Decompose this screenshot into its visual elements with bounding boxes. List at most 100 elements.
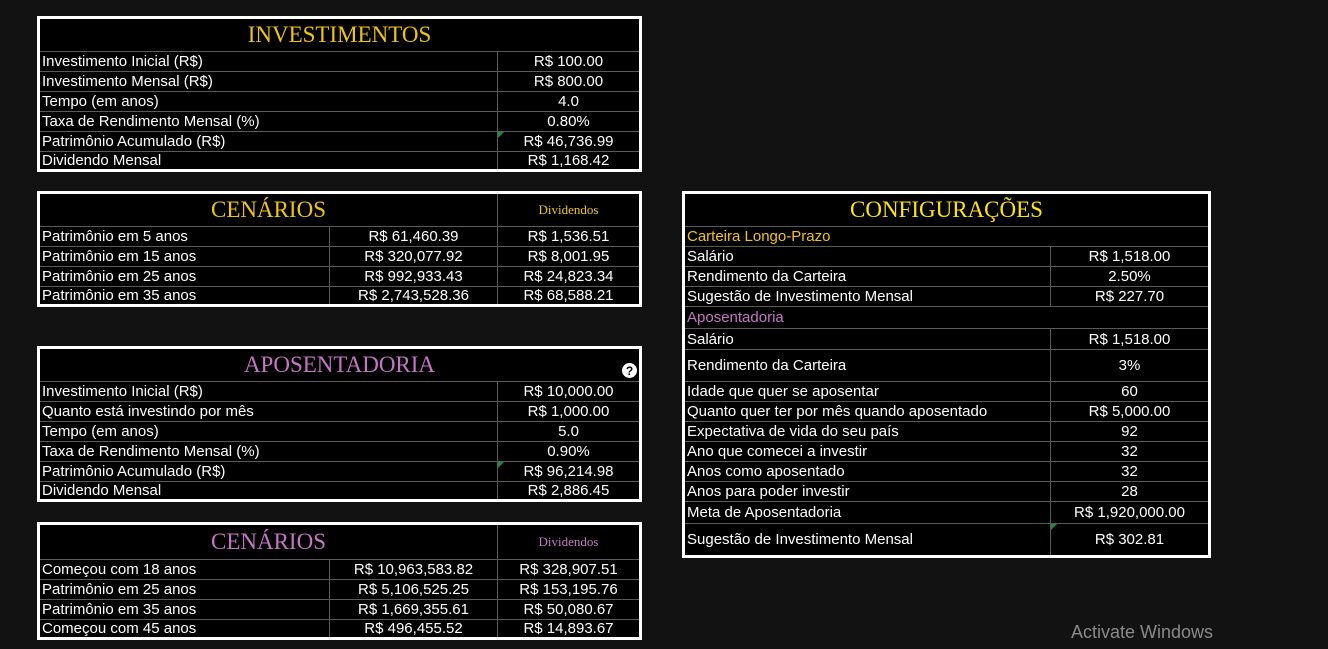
config-value-ano-inicio[interactable]: 32 xyxy=(1050,442,1208,461)
formula-marker-icon xyxy=(498,132,504,138)
cenarios-aposentadoria-value[interactable]: R$ 1,669,355.61 xyxy=(329,600,497,619)
carteira-heading: Carteira Longo-Prazo xyxy=(685,227,1208,247)
help-icon[interactable]: ? xyxy=(622,363,637,378)
cenarios-dividend[interactable]: R$ 1,536.51 xyxy=(497,227,639,246)
config-value-anos-investir[interactable]: 28 xyxy=(1050,482,1208,501)
investimentos-value-mensal[interactable]: R$ 800.00 xyxy=(497,72,639,91)
carteira-value-sugestao[interactable]: R$ 227.70 xyxy=(1050,287,1208,306)
investimentos-label-dividendo: Dividendo Mensal xyxy=(42,152,162,169)
table-row: Investimento Mensal (R$) R$ 800.00 xyxy=(40,72,639,92)
cenarios-dividends-header: Dividendos xyxy=(497,194,639,227)
aposentadoria-label-tempo: Tempo (em anos) xyxy=(42,423,159,440)
aposentadoria-panel: APOSENTADORIA ? Investimento Inicial (R$… xyxy=(37,346,642,502)
cenarios-title: CENÁRIOS xyxy=(40,194,497,227)
investimentos-label-taxa: Taxa de Rendimento Mensal (%) xyxy=(42,113,260,130)
investimentos-value-inicial[interactable]: R$ 100.00 xyxy=(497,52,639,71)
config-value-rendimento[interactable]: 3% xyxy=(1050,350,1208,381)
table-row: Sugestão de Investimento Mensal R$ 302.8… xyxy=(685,524,1208,555)
config-label-ano-inicio: Ano que comecei a investir xyxy=(687,443,868,460)
cenarios-panel: CENÁRIOS Dividendos Patrimônio em 5 anos… xyxy=(37,191,642,307)
aposentadoria-title: APOSENTADORIA xyxy=(40,349,639,382)
cenarios-dividend[interactable]: R$ 8,001.95 xyxy=(497,247,639,266)
cenarios-aposentadoria-dividend[interactable]: R$ 14,893.67 xyxy=(497,620,639,637)
cenarios-aposentadoria-dividend[interactable]: R$ 328,907.51 xyxy=(497,560,639,579)
table-row: Começou com 18 anos R$ 10,963,583.82 R$ … xyxy=(40,560,639,580)
cenarios-label: Patrimônio em 25 anos xyxy=(42,268,197,285)
table-row: Rendimento da Carteira 2.50% xyxy=(685,267,1208,287)
cenarios-aposentadoria-value[interactable]: R$ 10,963,583.82 xyxy=(329,560,497,579)
config-value-idade[interactable]: 60 xyxy=(1050,382,1208,401)
table-row: Começou com 45 anos R$ 496,455.52 R$ 14,… xyxy=(40,620,639,637)
cenarios-dividend[interactable]: R$ 24,823.34 xyxy=(497,267,639,286)
cenarios-dividend[interactable]: R$ 68,588.21 xyxy=(497,287,639,304)
config-value-quanto[interactable]: R$ 5,000.00 xyxy=(1050,402,1208,421)
cenarios-label: Patrimônio em 15 anos xyxy=(42,248,197,265)
table-row: Taxa de Rendimento Mensal (%) 0.80% xyxy=(40,112,639,132)
cenarios-aposentadoria-label: Patrimônio em 25 anos xyxy=(42,581,197,598)
table-row: Meta de Aposentadoria R$ 1,920,000.00 xyxy=(685,502,1208,524)
config-value-salario[interactable]: R$ 1,518.00 xyxy=(1050,329,1208,349)
cenarios-aposentadoria-dividend[interactable]: R$ 50,080.67 xyxy=(497,600,639,619)
table-row: Expectativa de vida do seu país 92 xyxy=(685,422,1208,442)
config-value-anos-aposentado[interactable]: 32 xyxy=(1050,462,1208,481)
carteira-value-rendimento[interactable]: 2.50% xyxy=(1050,267,1208,286)
table-row: Quanto quer ter por mês quando aposentad… xyxy=(685,402,1208,422)
aposentadoria-value-dividendo[interactable]: R$ 2,886.45 xyxy=(497,482,639,499)
cenarios-value[interactable]: R$ 992,933.43 xyxy=(329,267,497,286)
investimentos-patrimonio-text: R$ 46,736.99 xyxy=(523,133,614,150)
cenarios-value[interactable]: R$ 320,077.92 xyxy=(329,247,497,266)
table-row: Investimento Inicial (R$) R$ 100.00 xyxy=(40,52,639,72)
investimentos-label-patrimonio: Patrimônio Acumulado (R$) xyxy=(42,133,226,150)
table-row: Patrimônio em 25 anos R$ 5,106,525.25 R$… xyxy=(40,580,639,600)
cenarios-label: Patrimônio em 35 anos xyxy=(42,287,197,304)
investimentos-label-mensal: Investimento Mensal (R$) xyxy=(42,73,213,90)
configuracoes-panel: CONFIGURAÇÕES Carteira Longo-Prazo Salár… xyxy=(682,191,1211,558)
config-label-idade: Idade que quer se aposentar xyxy=(687,383,879,400)
config-label-anos-aposentado: Anos como aposentado xyxy=(687,463,845,480)
cenarios-aposentadoria-value[interactable]: R$ 496,455.52 xyxy=(329,620,497,637)
investimentos-panel: INVESTIMENTOS Investimento Inicial (R$) … xyxy=(37,16,642,172)
aposentadoria-value-patrimonio[interactable]: R$ 96,214.98 xyxy=(497,462,639,481)
config-value-expectativa[interactable]: 92 xyxy=(1050,422,1208,441)
cenarios-aposentadoria-value[interactable]: R$ 5,106,525.25 xyxy=(329,580,497,599)
table-row: Dividendo Mensal R$ 2,886.45 xyxy=(40,482,639,499)
config-label-anos-investir: Anos para poder investir xyxy=(687,483,850,500)
cenarios-aposentadoria-panel: CENÁRIOS Dividendos Começou com 18 anos … xyxy=(37,522,642,640)
aposentadoria-patrimonio-text: R$ 96,214.98 xyxy=(523,463,614,480)
formula-marker-icon xyxy=(498,462,504,468)
table-row: Patrimônio em 35 anos R$ 1,669,355.61 R$… xyxy=(40,600,639,620)
aposentadoria-value-taxa[interactable]: 0.90% xyxy=(497,442,639,461)
investimentos-value-tempo[interactable]: 4.0 xyxy=(497,92,639,111)
investimentos-title: INVESTIMENTOS xyxy=(40,19,639,52)
config-label-expectativa: Expectativa de vida do seu país xyxy=(687,423,899,440)
table-row: Idade que quer se aposentar 60 xyxy=(685,382,1208,402)
config-sugestao-text: R$ 302.81 xyxy=(1094,531,1165,548)
table-row: Dividendo Mensal R$ 1,168.42 xyxy=(40,152,639,169)
table-row: Tempo (em anos) 4.0 xyxy=(40,92,639,112)
carteira-value-salario[interactable]: R$ 1,518.00 xyxy=(1050,247,1208,266)
investimentos-value-dividendo[interactable]: R$ 1,168.42 xyxy=(497,152,639,169)
carteira-label-salario: Salário xyxy=(687,248,734,265)
config-label-quanto: Quanto quer ter por mês quando aposentad… xyxy=(687,403,988,420)
formula-marker-icon xyxy=(1051,524,1057,530)
config-label-sugestao: Sugestão de Investimento Mensal xyxy=(687,531,913,548)
investimentos-label-inicial: Investimento Inicial (R$) xyxy=(42,53,203,70)
cenarios-aposentadoria-dividend[interactable]: R$ 153,195.76 xyxy=(497,580,639,599)
investimentos-value-patrimonio[interactable]: R$ 46,736.99 xyxy=(497,132,639,151)
cenarios-value[interactable]: R$ 2,743,528.36 xyxy=(329,287,497,304)
investimentos-value-taxa[interactable]: 0.80% xyxy=(497,112,639,131)
config-value-meta[interactable]: R$ 1,920,000.00 xyxy=(1050,502,1208,523)
activate-windows-watermark: Activate Windows xyxy=(1071,622,1214,642)
table-row: Taxa de Rendimento Mensal (%) 0.90% xyxy=(40,442,639,462)
table-row: Quanto está investindo por mês R$ 1,000.… xyxy=(40,402,639,422)
aposentadoria-value-inicial[interactable]: R$ 10,000.00 xyxy=(497,382,639,401)
table-row: Ano que comecei a investir 32 xyxy=(685,442,1208,462)
config-value-sugestao[interactable]: R$ 302.81 xyxy=(1050,524,1208,555)
cenarios-aposentadoria-label: Começou com 18 anos xyxy=(42,561,197,578)
table-row: Patrimônio em 25 anos R$ 992,933.43 R$ 2… xyxy=(40,267,639,287)
table-row: Investimento Inicial (R$) R$ 10,000.00 xyxy=(40,382,639,402)
aposentadoria-value-mensal[interactable]: R$ 1,000.00 xyxy=(497,402,639,421)
table-row: Rendimento da Carteira 3% xyxy=(685,350,1208,382)
cenarios-value[interactable]: R$ 61,460.39 xyxy=(329,227,497,246)
aposentadoria-value-tempo[interactable]: 5.0 xyxy=(497,422,639,441)
